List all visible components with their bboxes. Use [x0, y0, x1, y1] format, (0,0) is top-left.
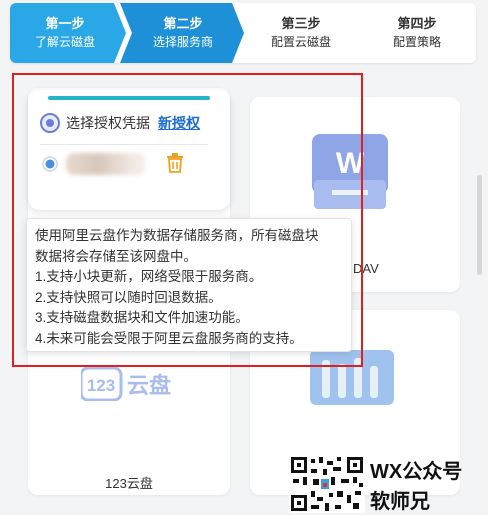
step-2[interactable]: 第二步 选择服务商 [128, 3, 238, 63]
step-4-subtitle: 配置策略 [392, 35, 441, 49]
step-2-subtitle: 选择服务商 [152, 35, 213, 49]
svg-text:云盘: 云盘 [127, 373, 171, 399]
step-1-subtitle: 了解云磁盘 [34, 35, 95, 49]
step-4-title: 第四步 [397, 16, 437, 31]
step-3-subtitle: 配置云磁盘 [270, 35, 331, 49]
step-1-title: 第一步 [45, 16, 85, 31]
step-3[interactable]: 第三步 配置云磁盘 [246, 3, 356, 63]
provider-card-123[interactable]: 123 云盘 123云盘 [28, 345, 230, 495]
watermark-line1: WX公众号 [370, 461, 463, 483]
annotation-highlight-box [12, 73, 363, 367]
scrollbar-thumb[interactable] [477, 175, 482, 275]
step-4[interactable]: 第四步 配置策略 [362, 3, 472, 63]
watermark-line2: 软师兄 [370, 491, 430, 513]
step-2-title: 第二步 [163, 16, 203, 31]
step-1[interactable]: 第一步 了解云磁盘 [10, 3, 120, 63]
123-cloud-icon: 123 云盘 [81, 367, 171, 401]
svg-text:123: 123 [87, 376, 115, 395]
stepper: 第一步 了解云磁盘 第二步 选择服务商 第三步 配置云磁盘 第四步 配置策略 [10, 3, 476, 63]
qr-code-icon [289, 455, 365, 513]
123-label: 123云盘 [105, 476, 153, 491]
step-3-title: 第三步 [281, 16, 321, 31]
